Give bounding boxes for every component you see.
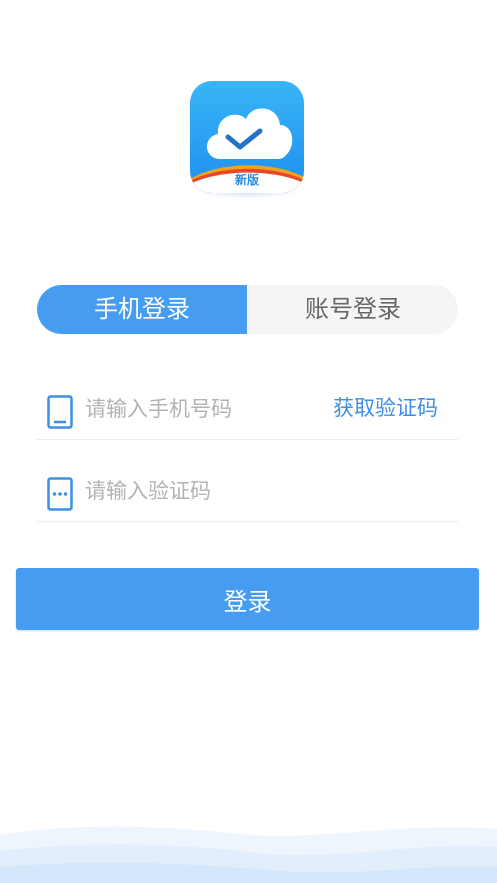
bottom-waves xyxy=(0,826,497,883)
login-button[interactable]: 登录 xyxy=(16,568,479,630)
code-row xyxy=(37,462,458,522)
phone-row: 获取验证码 xyxy=(37,380,458,440)
tab-phone-login[interactable]: 手机登录 xyxy=(37,285,247,334)
phone-input[interactable] xyxy=(85,391,305,427)
message-dots-icon xyxy=(47,477,73,511)
login-mode-tabs: 手机登录 账号登录 xyxy=(37,285,458,334)
logo-badge: 新版 xyxy=(234,173,259,187)
get-code-button[interactable]: 获取验证码 xyxy=(333,394,438,422)
logo-tile: 新版 xyxy=(190,81,304,193)
phone-icon xyxy=(47,395,73,429)
tab-account-login[interactable]: 账号登录 xyxy=(248,285,458,334)
app-logo: 新版 xyxy=(190,81,304,199)
code-input[interactable] xyxy=(85,473,305,509)
